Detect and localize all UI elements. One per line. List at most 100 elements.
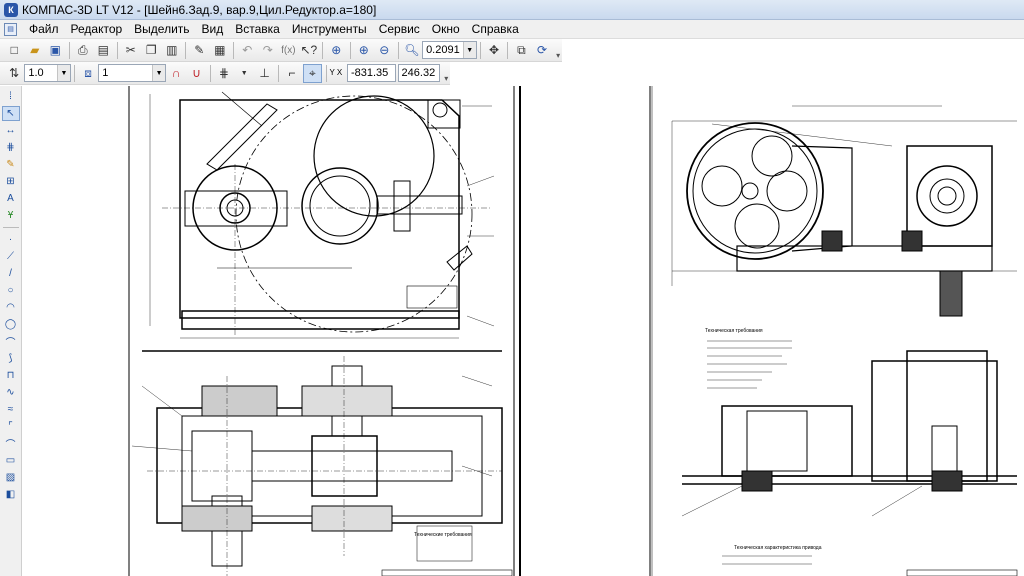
drawing-sheets[interactable]: Техническая требования Техническая харак…: [22, 86, 1024, 576]
coord-x-field[interactable]: -831.35: [346, 64, 396, 82]
line-scale-combo[interactable]: 1.0 ▼: [24, 64, 71, 82]
zoom-window-icon[interactable]: ⊕: [327, 41, 346, 60]
toolbar-separator: [397, 41, 399, 59]
coord-y-field[interactable]: 246.32: [397, 64, 441, 82]
designations-panel-icon[interactable]: ⋕: [2, 140, 20, 155]
bezier-icon[interactable]: ∿: [2, 385, 20, 400]
nurbs-icon[interactable]: ≈: [2, 402, 20, 417]
current-state-toolbar: ⇅ 1.0 ▼ ⧈ 1 ▼ ∩ ∪ ⋕ ▼ ⊥ ⌐ ⌖ Y X -831.35 …: [0, 62, 450, 85]
refresh-view-icon[interactable]: ⧉: [512, 41, 531, 60]
contour-icon[interactable]: ⊓: [2, 368, 20, 383]
document-icon[interactable]: ▤: [4, 22, 17, 36]
drive-front-view: [671, 105, 1017, 317]
paste-icon[interactable]: ▥: [163, 41, 182, 60]
parametrize-panel-icon[interactable]: ⊞: [2, 174, 20, 189]
magnifier-icon[interactable]: 🔍︎: [403, 41, 422, 60]
equidistant-icon[interactable]: ⌒: [2, 334, 20, 349]
chevron-down-icon[interactable]: ▼: [462, 42, 476, 58]
copy-icon[interactable]: ❐: [142, 41, 161, 60]
circle-icon[interactable]: ○: [2, 283, 20, 298]
zoom-out-icon[interactable]: ⊖: [375, 41, 394, 60]
menu-file[interactable]: Файл: [23, 21, 65, 38]
print-icon[interactable]: ▤: [94, 41, 113, 60]
compact-toolbar: ⁞ ↖ ↔ ⋕ ✎ ⊞ A Ұ · ⟋ / ○ ◠ ◯ ⌒ ⟆ ⊓ ∿ ≈ ⌜ …: [0, 86, 22, 576]
toolbar-overflow-icon[interactable]: ▾: [554, 41, 562, 60]
new-document-icon[interactable]: □: [5, 41, 24, 60]
menu-view[interactable]: Вид: [196, 21, 230, 38]
local-snap-icon[interactable]: ∪: [187, 64, 205, 83]
snap-step-icon[interactable]: ⇅: [5, 64, 23, 83]
arc-icon[interactable]: ◠: [2, 300, 20, 315]
left-sheet: [128, 86, 521, 576]
toolbar-overflow-icon[interactable]: ▾: [442, 64, 450, 83]
grid-icon[interactable]: ⋕: [215, 64, 233, 83]
drawing-canvas[interactable]: Техническая требования Техническая харак…: [22, 86, 1024, 576]
drive-plan-view: [681, 350, 1018, 576]
fillet-icon[interactable]: ⌒: [2, 436, 20, 451]
snap-magnet-icon[interactable]: ∩: [167, 64, 185, 83]
toolbar-separator: [349, 41, 351, 59]
chevron-down-icon[interactable]: ▼: [152, 65, 166, 81]
layer-combo[interactable]: 1 ▼: [98, 64, 167, 82]
line-scale-value: 1.0: [28, 67, 44, 79]
gearbox-plan-view: [131, 356, 513, 576]
ellipse-icon[interactable]: ◯: [2, 317, 20, 332]
spec-panel-icon[interactable]: Ұ: [2, 208, 20, 223]
layers-icon[interactable]: ⧈: [79, 64, 97, 83]
chevron-down-icon[interactable]: ▼: [235, 64, 253, 83]
fill-icon[interactable]: ◧: [2, 487, 20, 502]
menu-service[interactable]: Сервис: [373, 21, 426, 38]
zoom-in-icon[interactable]: ⊕: [355, 41, 374, 60]
polyline-icon[interactable]: ⟆: [2, 351, 20, 366]
toolbar-separator: [277, 64, 279, 82]
open-icon[interactable]: ▰: [26, 41, 45, 60]
ortho-mode-icon[interactable]: ⌐: [283, 64, 301, 83]
properties-icon[interactable]: ▦: [211, 41, 230, 60]
toolbar-separator: [322, 41, 324, 59]
redo-icon[interactable]: ↷: [259, 41, 278, 60]
menu-edit[interactable]: Редактор: [65, 21, 129, 38]
toolbar-separator: [2, 227, 19, 228]
toolbar-separator: [325, 64, 327, 82]
menu-select[interactable]: Выделить: [128, 21, 195, 38]
cut-icon[interactable]: ✂: [122, 41, 141, 60]
edit-panel-icon[interactable]: ✎: [2, 157, 20, 172]
standard-toolbar: □ ▰ ▣ ⎙ ▤ ✂ ❐ ▥ ✎ ▦ ↶ ↷ f(x) ↖? ⊕ ⊕ ⊖ 🔍︎…: [0, 39, 562, 62]
format-painter-icon[interactable]: ✎: [190, 41, 209, 60]
point-icon[interactable]: ·: [2, 232, 20, 247]
undo-icon[interactable]: ↶: [238, 41, 257, 60]
measure-panel-icon[interactable]: A: [2, 191, 20, 206]
hatch-icon[interactable]: ▨: [2, 470, 20, 485]
segment-icon[interactable]: /: [2, 266, 20, 281]
select-panel-icon[interactable]: ↖: [1, 106, 20, 121]
chamfer-icon[interactable]: ⌜: [2, 419, 20, 434]
variables-icon[interactable]: f(x): [279, 41, 298, 60]
help-pointer-icon[interactable]: ↖?: [300, 41, 319, 60]
geometry-panel-icon[interactable]: ⁞: [2, 89, 20, 104]
round-mode-icon[interactable]: ⌖: [303, 63, 322, 83]
layer-value: 1: [102, 67, 109, 79]
dimensions-panel-icon[interactable]: ↔: [2, 123, 20, 138]
toolbar-separator: [73, 64, 75, 82]
coord-axis-label: Y X: [329, 68, 343, 77]
tech-requirements-title: Техническая требования: [705, 328, 763, 334]
chevron-down-icon[interactable]: ▼: [56, 65, 70, 81]
toolbar-separator: [479, 41, 481, 59]
window-title: КОМПАС-3D LT V12 - [Шейн6.Зад.9, вар.9,Ц…: [22, 2, 377, 17]
auxiliary-line-icon[interactable]: ⟋: [2, 249, 20, 264]
menu-help[interactable]: Справка: [466, 21, 525, 38]
menu-window[interactable]: Окно: [426, 21, 466, 38]
print-preview-icon[interactable]: ⎙: [74, 41, 93, 60]
kompas-app-icon: К: [4, 2, 18, 17]
pan-icon[interactable]: ✥: [485, 41, 504, 60]
menu-insert[interactable]: Вставка: [229, 21, 286, 38]
menu-tools[interactable]: Инструменты: [286, 21, 373, 38]
redraw-icon[interactable]: ⟳: [533, 41, 552, 60]
local-cs-icon[interactable]: ⊥: [255, 64, 273, 83]
rectangle-icon[interactable]: ▭: [2, 453, 20, 468]
zoom-scale-combo[interactable]: 0.2091 ▼: [422, 41, 477, 59]
toolbar-separator: [209, 64, 211, 82]
title-bar: К КОМПАС-3D LT V12 - [Шейн6.Зад.9, вар.9…: [0, 0, 1024, 20]
menu-bar: ▤ Файл Редактор Выделить Вид Вставка Инс…: [0, 20, 1024, 39]
save-icon[interactable]: ▣: [46, 41, 65, 60]
